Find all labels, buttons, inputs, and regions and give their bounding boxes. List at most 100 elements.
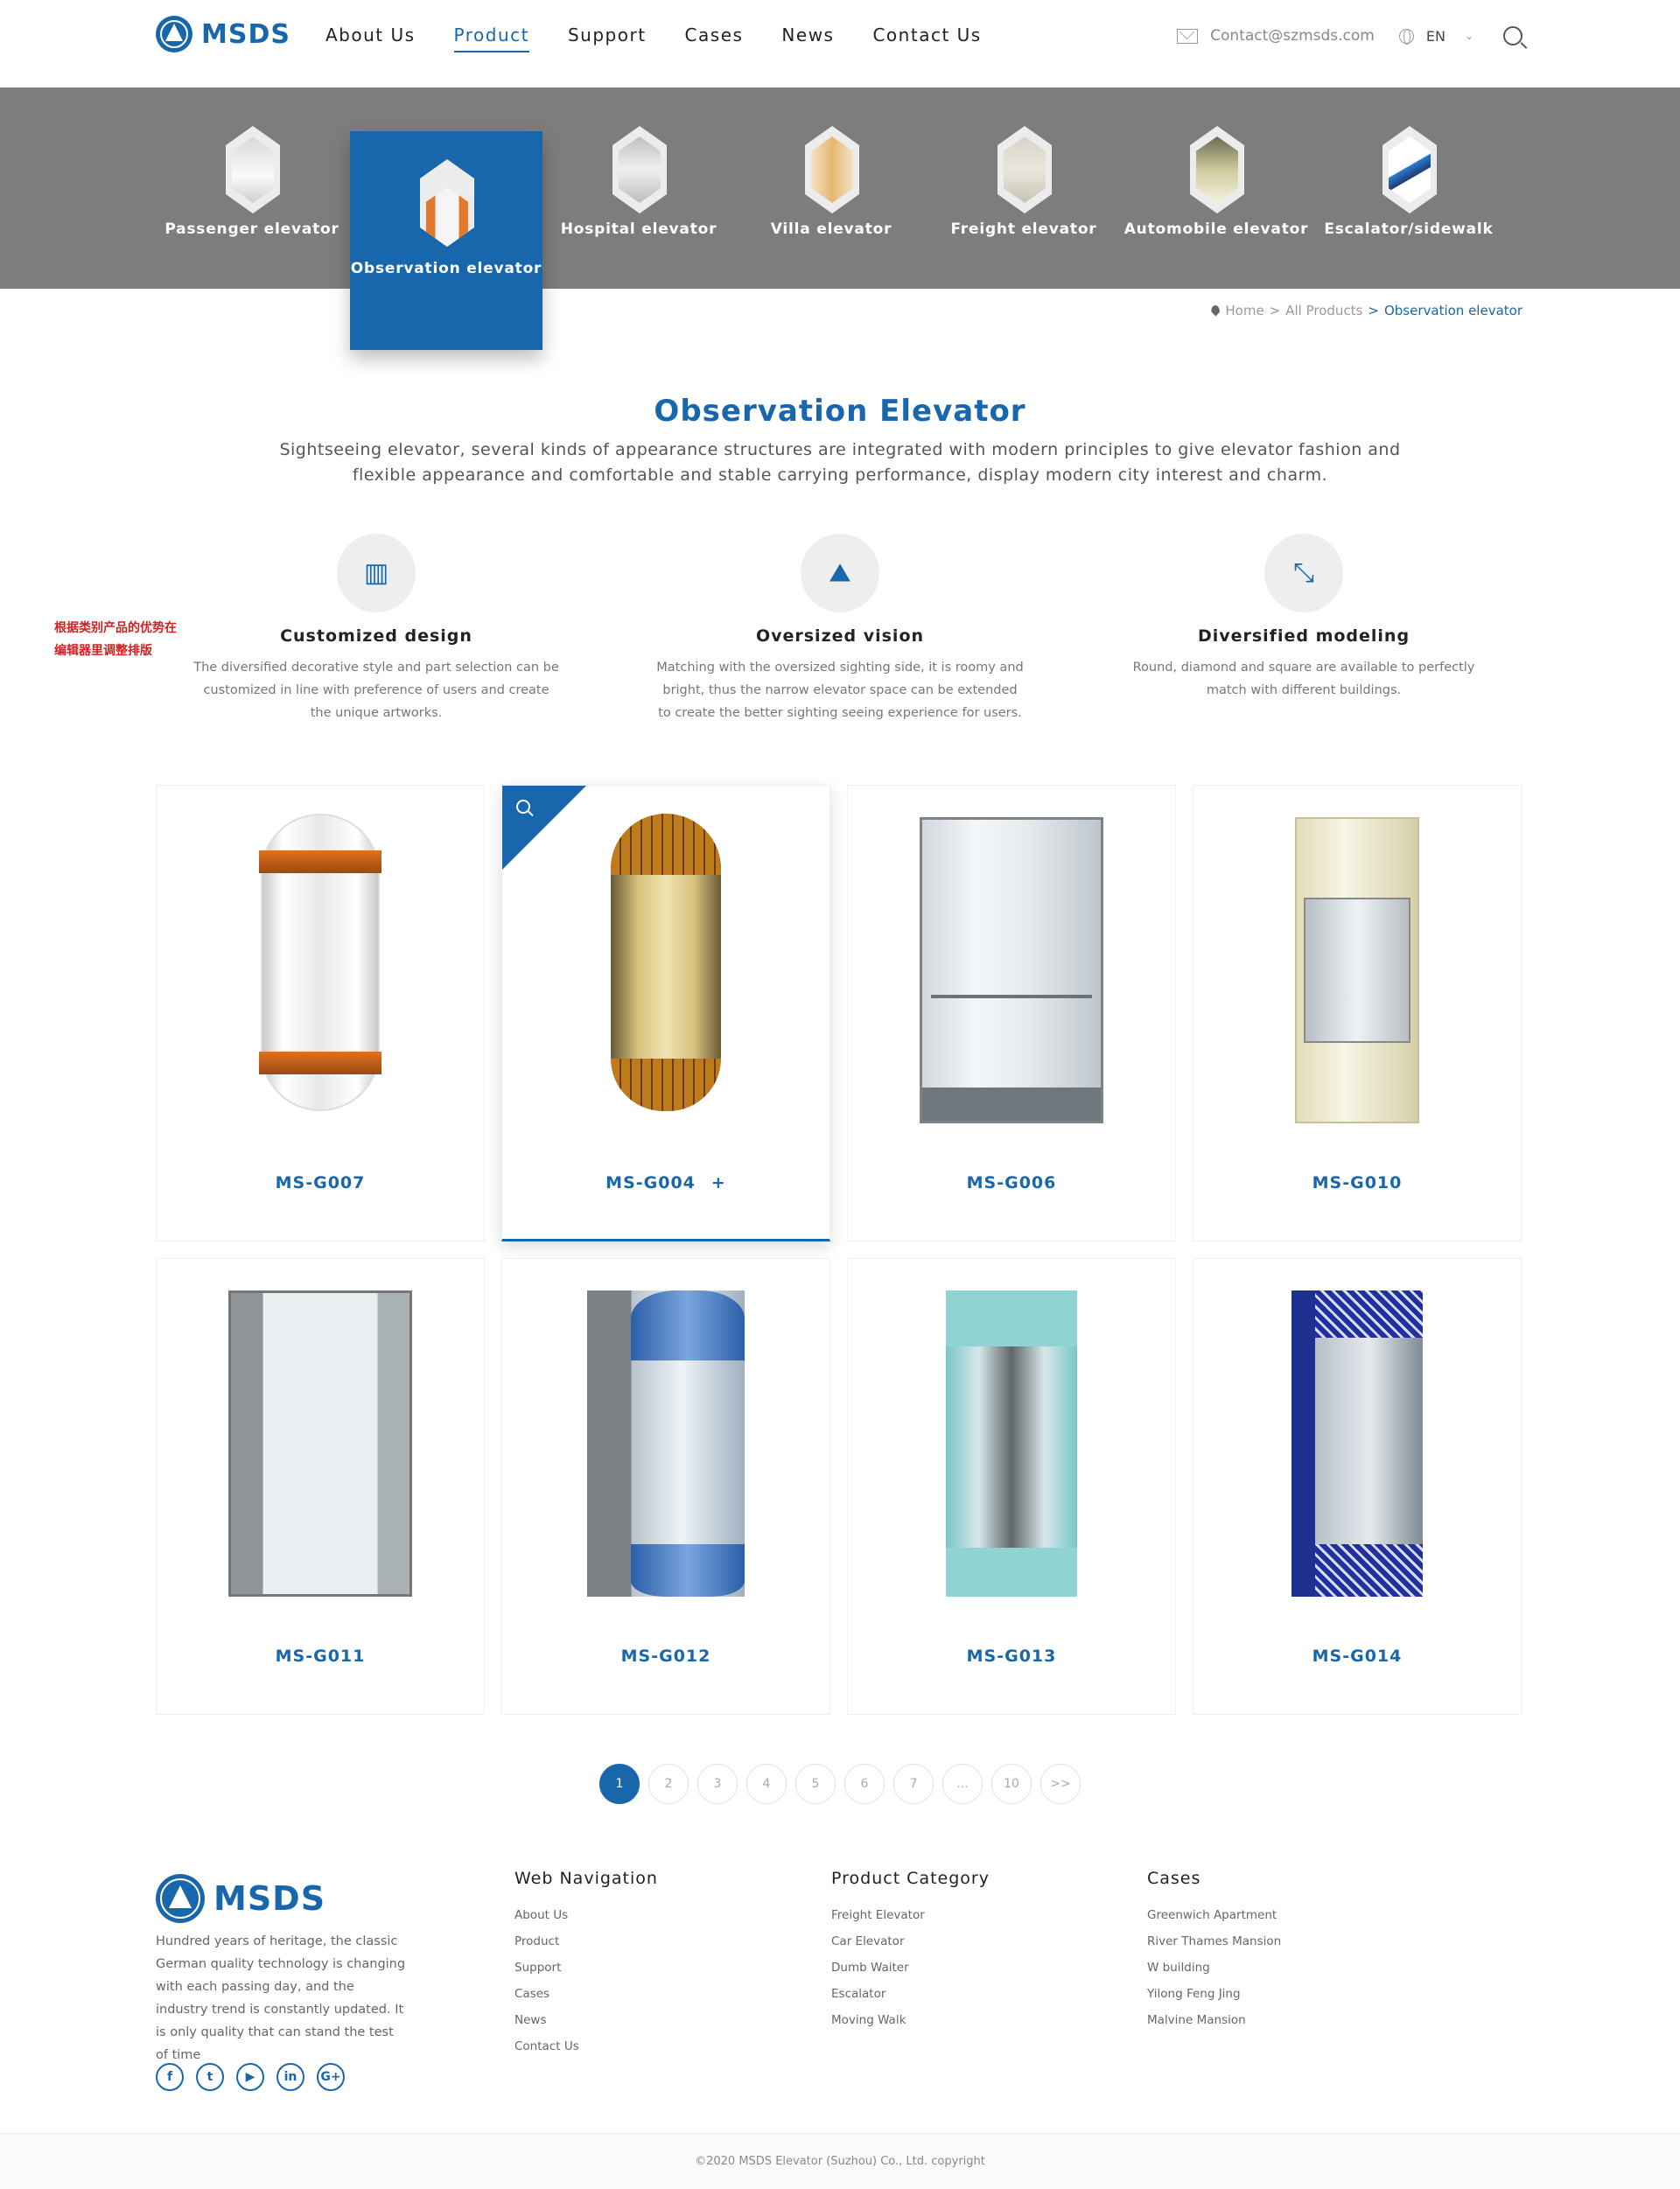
- nav-cases[interactable]: Cases: [685, 24, 744, 52]
- category-observation-elevator[interactable]: Observation elevator: [350, 131, 542, 350]
- footer-link[interactable]: River Thames Mansion: [1147, 1928, 1281, 1955]
- villa-elevator-icon: [805, 126, 859, 213]
- feature-description: Matching with the oversized sighting sid…: [656, 661, 1024, 720]
- nav-contact-us[interactable]: Contact Us: [872, 24, 981, 52]
- product-image: [587, 1290, 745, 1597]
- breadcrumb-all-products[interactable]: All Products: [1285, 303, 1362, 318]
- search-icon[interactable]: [1503, 26, 1522, 45]
- product-card[interactable]: MS-G007: [156, 785, 485, 1241]
- product-card[interactable]: MS-G006: [847, 785, 1176, 1241]
- page-button[interactable]: 10: [991, 1764, 1032, 1804]
- footer-column-title: Web Navigation: [514, 1869, 658, 1888]
- category-automobile-elevator[interactable]: Automobile elevator: [1120, 87, 1312, 289]
- page-title: Observation Elevator: [654, 394, 1026, 429]
- passenger-elevator-icon: [226, 126, 280, 213]
- twitter-icon[interactable]: t: [196, 2063, 224, 2091]
- logo-mark-icon: [156, 16, 192, 52]
- footer-link[interactable]: Support: [514, 1955, 658, 1981]
- product-card[interactable]: MS-G013: [847, 1258, 1176, 1715]
- page-button[interactable]: 6: [844, 1764, 885, 1804]
- product-model: MS-G010: [1312, 1173, 1403, 1192]
- page-button[interactable]: 3: [697, 1764, 738, 1804]
- hospital-elevator-icon: [612, 126, 667, 213]
- escalator-icon: [1382, 126, 1437, 213]
- footer-column-title: Cases: [1147, 1869, 1201, 1888]
- footer-link[interactable]: W building: [1147, 1955, 1281, 1981]
- feature-description: The diversified decorative style and par…: [193, 661, 559, 720]
- nav-about-us[interactable]: About Us: [326, 24, 416, 52]
- footer-link[interactable]: Greenwich Apartment: [1147, 1902, 1281, 1928]
- category-bar: Passenger elevator Observation elevator …: [0, 87, 1680, 350]
- plus-icon[interactable]: +: [711, 1173, 726, 1192]
- page-button[interactable]: 1: [599, 1764, 640, 1804]
- observation-elevator-icon: [420, 159, 474, 247]
- footer-link[interactable]: Product: [514, 1928, 658, 1955]
- product-model: MS-G007: [275, 1173, 366, 1192]
- feature-title: Diversified modeling: [1197, 626, 1410, 646]
- nav-product[interactable]: Product: [453, 24, 529, 52]
- footer-link[interactable]: About Us: [514, 1902, 658, 1928]
- product-image: [611, 814, 721, 1111]
- footer-link[interactable]: Escalator: [831, 1981, 990, 2007]
- category-freight-elevator[interactable]: Freight elevator: [928, 87, 1120, 289]
- footer-logo[interactable]: MSDS: [156, 1874, 326, 1923]
- product-image: [920, 817, 1103, 1123]
- category-passenger-elevator[interactable]: Passenger elevator: [156, 87, 348, 289]
- footer-link[interactable]: Cases: [514, 1981, 658, 2007]
- feature-title: Oversized vision: [755, 626, 925, 646]
- contact-email-link[interactable]: Contact@szmsds.com: [1210, 27, 1375, 45]
- ruler-pencil-icon: ▥: [337, 534, 416, 612]
- category-hospital-elevator[interactable]: Hospital elevator: [542, 87, 735, 289]
- header-tools: Contact@szmsds.com EN ⌄: [1177, 26, 1522, 45]
- product-model: MS-G014: [1312, 1647, 1403, 1666]
- product-model: MS-G012: [620, 1647, 711, 1666]
- language-selector[interactable]: EN: [1426, 28, 1446, 45]
- landscape-icon: ⛰: [801, 534, 879, 612]
- feature-description: Round, diamond and square are available …: [1132, 661, 1475, 697]
- footer-link[interactable]: Yilong Feng Jing: [1147, 1981, 1281, 2007]
- footer-link[interactable]: Dumb Waiter: [831, 1955, 990, 1981]
- footer-link[interactable]: Moving Walk: [831, 2007, 990, 2033]
- social-links: f t ▶ in G+: [156, 2063, 345, 2091]
- youtube-icon[interactable]: ▶: [236, 2063, 264, 2091]
- globe-icon: [1398, 28, 1414, 45]
- intro-text: Sightseeing elevator, several kinds of a…: [279, 440, 1401, 485]
- next-page-button[interactable]: >>: [1040, 1764, 1081, 1804]
- facebook-icon[interactable]: f: [156, 2063, 184, 2091]
- footer-product-category: Product Category Freight Elevator Car El…: [831, 1869, 990, 2033]
- breadcrumb-current: Observation elevator: [1383, 303, 1522, 318]
- page-button[interactable]: 4: [746, 1764, 787, 1804]
- category-escalator-sidewalk[interactable]: Escalator/sidewalk: [1312, 87, 1505, 289]
- expand-arrows-icon: ⤡: [1264, 534, 1343, 612]
- card-corner-badge: [502, 786, 586, 870]
- product-card[interactable]: MS-G014: [1193, 1258, 1522, 1715]
- breadcrumb-separator: >: [1269, 303, 1281, 318]
- pagination: 1 2 3 4 5 6 7 ... 10 >>: [0, 1764, 1680, 1804]
- page-ellipsis: ...: [942, 1764, 983, 1804]
- linkedin-icon[interactable]: in: [276, 2063, 304, 2091]
- copyright: ©2020 MSDS Elevator (Suzhou) Co., Ltd. c…: [0, 2133, 1680, 2189]
- page-button[interactable]: 7: [893, 1764, 934, 1804]
- category-label: Passenger elevator: [164, 220, 340, 238]
- zoom-search-icon[interactable]: [516, 800, 530, 814]
- footer-link[interactable]: Freight Elevator: [831, 1902, 990, 1928]
- product-model: MS-G013: [966, 1647, 1057, 1666]
- page-button[interactable]: 2: [648, 1764, 689, 1804]
- category-villa-elevator[interactable]: Villa elevator: [735, 87, 928, 289]
- product-card[interactable]: MS-G012: [501, 1258, 830, 1715]
- product-card[interactable]: MS-G011: [156, 1258, 485, 1715]
- footer-column-title: Product Category: [831, 1869, 990, 1888]
- breadcrumb-home[interactable]: Home: [1225, 303, 1264, 318]
- site-logo[interactable]: MSDS: [156, 16, 290, 52]
- chevron-down-icon[interactable]: ⌄: [1465, 30, 1474, 42]
- nav-news[interactable]: News: [781, 24, 834, 52]
- footer-link[interactable]: News: [514, 2007, 658, 2033]
- footer-link[interactable]: Malvine Mansion: [1147, 2007, 1281, 2033]
- footer-link[interactable]: Car Elevator: [831, 1928, 990, 1955]
- nav-support[interactable]: Support: [568, 24, 647, 52]
- footer-link[interactable]: Contact Us: [514, 2033, 658, 2060]
- product-card[interactable]: MS-G004 +: [501, 785, 830, 1241]
- product-card[interactable]: MS-G010: [1193, 785, 1522, 1241]
- google-plus-icon[interactable]: G+: [317, 2063, 345, 2091]
- page-button[interactable]: 5: [795, 1764, 836, 1804]
